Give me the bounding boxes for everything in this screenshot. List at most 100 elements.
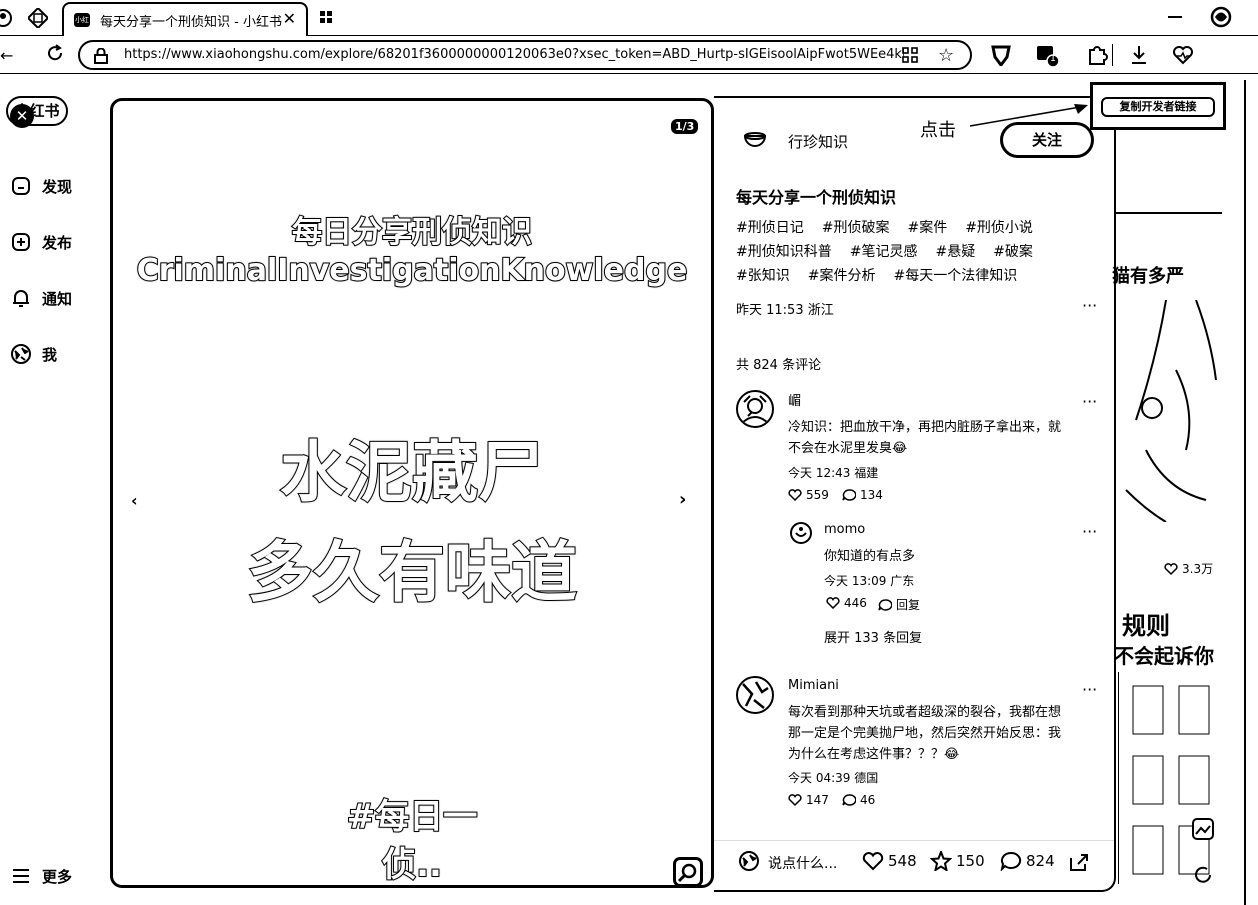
extension-badge-icon[interactable]: 1 [1036,44,1060,68]
address-bar-row: ← https://www.xiaohongshu.com/explore/68… [0,36,1258,74]
feed-illustration[interactable] [1116,300,1222,522]
comment-count: 824 [1026,852,1055,870]
sidebar-item-publish[interactable]: 发布 [10,229,72,255]
toolbar-divider [1112,44,1113,66]
feed-card-title[interactable]: 猫有多严 [1112,262,1184,288]
bell-icon [10,287,32,309]
sidebar-item-me[interactable]: 我 [10,341,57,367]
comment-like[interactable]: 559 [788,488,829,502]
author-avatar[interactable] [742,130,768,150]
comment-like[interactable]: 147 [788,793,829,807]
lock-icon[interactable] [94,48,108,64]
image-toggle-icon[interactable] [1192,818,1214,840]
comment-user[interactable]: Mimiani [788,678,839,693]
workspaces-icon[interactable] [28,8,48,28]
url-field[interactable]: https://www.xiaohongshu.com/explore/6820… [78,40,972,70]
sidebar-item-notify[interactable]: 通知 [10,285,72,311]
feed-like[interactable]: 3.3万 [1164,560,1213,577]
share-icon[interactable] [1068,852,1090,872]
comment-bubble-icon [1000,851,1022,871]
app-grid-icon[interactable] [902,47,918,63]
url-text: https://www.xiaohongshu.com/explore/6820… [124,47,904,62]
reply-button[interactable]: 回复 [878,596,920,613]
minimize-icon[interactable] [1168,16,1182,18]
extensions-puzzle-icon[interactable] [1086,44,1108,66]
active-tab[interactable]: 小红书 每天分享一个刑侦知识 - 小红书 ✕ [62,2,308,38]
sidebar-more[interactable]: 更多 [10,863,72,889]
comment-input[interactable]: 说点什么... [768,853,837,873]
comment-text: 不会在水泥里发臭😂 [788,441,908,456]
tag[interactable]: #案件分析 [808,268,876,284]
comment-reply[interactable]: 134 [842,488,883,502]
comment-meta: 今天 04:39 德国 [788,771,879,785]
refresh-feed-icon[interactable] [1192,864,1214,886]
feed-divider [1116,212,1222,214]
image-hashtag-2: 侦.. [381,844,443,885]
expand-replies-link[interactable]: 展开 133 条回复 [824,627,922,646]
sidebar-item-label: 发现 [42,177,73,196]
comment-text: 每次看到那种天坑或者超级深的裂谷，我都在想 [788,705,1062,720]
tag[interactable]: #刑侦知识科普 [736,244,832,260]
reply-user[interactable]: momo [824,522,865,537]
close-overlay-icon[interactable]: ✕ [10,104,34,128]
tag[interactable]: #悬疑 [935,244,975,260]
note-image-card[interactable]: 1/3 每日分享刑侦知识 CriminalInvestigationKnowle… [110,98,714,888]
download-icon[interactable] [1130,44,1148,66]
reply-more-icon[interactable]: ··· [1082,522,1097,541]
click-hint-label: 点击 [920,120,956,141]
post-more-icon[interactable]: ··· [1082,296,1097,315]
shield-icon[interactable] [990,44,1012,66]
image-search-icon[interactable] [673,857,703,885]
comment-more-icon[interactable]: ··· [1082,392,1097,411]
tag[interactable]: #刑侦小说 [965,220,1033,236]
feed-card2-title[interactable]: 规则 [1122,606,1170,641]
sidebar-item-discover[interactable]: 发现 [10,173,72,199]
scrollbar[interactable] [1244,80,1246,905]
reply-avatar[interactable] [790,522,812,544]
sidebar-item-label: 发布 [42,233,73,252]
health-heart-icon[interactable] [1172,44,1194,66]
tag[interactable]: #张知识 [736,268,790,284]
comment-reply[interactable]: 46 [842,793,875,807]
note-detail-panel: 行珍知识 关注 每天分享一个刑侦知识 #刑侦日记 #刑侦破案 #案件 #刑侦小说 #刑… [714,96,1116,892]
sidebar-more-label: 更多 [42,867,73,886]
comment-button[interactable]: 824 [1000,851,1055,871]
next-arrow-icon[interactable]: › [679,489,686,510]
heart-icon [788,794,802,806]
notify-count: 1 [1050,54,1056,64]
like-button[interactable]: 548 [862,851,917,871]
comment-user[interactable]: 嵋 [788,390,801,409]
tag[interactable]: #刑侦破案 [822,220,890,236]
prev-arrow-icon[interactable]: ‹ [131,491,138,510]
tag[interactable]: #案件 [907,220,947,236]
refresh-icon[interactable] [44,42,66,64]
reply-like[interactable]: 446 [826,596,867,610]
menu-icon [10,865,32,887]
feed-card2-thumbnail[interactable] [1118,672,1222,884]
comment-text: 那一定是个完美抛尸地，然后突然开始反思：我 [788,726,1062,741]
plus-circle-icon [10,231,32,253]
favorite-star-icon[interactable]: ☆ [938,45,954,66]
reply-like-count: 446 [844,596,867,610]
comment-avatar[interactable] [736,676,774,714]
tag[interactable]: #刑侦日记 [736,220,804,236]
collect-button[interactable]: 150 [930,851,985,871]
feed-card2-subtitle[interactable]: 不会起诉你 [1114,640,1214,669]
copy-dev-link-button[interactable]: 复制开发者链接 [1101,97,1215,117]
copilot-icon[interactable] [1210,6,1232,28]
comment-more-icon[interactable]: ··· [1082,680,1097,699]
comment-avatar[interactable] [736,390,774,428]
reply-button-label: 回复 [896,598,921,612]
tab-close-icon[interactable]: ✕ [283,9,296,28]
profile-icon[interactable] [0,8,12,28]
heart-icon [1164,562,1178,575]
comment-meta: 今天 12:43 福建 [788,466,879,480]
tag[interactable]: #破案 [993,244,1033,260]
xiaohongshu-favicon-icon: 小红书 [74,13,90,38]
tag[interactable]: #每天一个法律知识 [893,268,1017,284]
author-name[interactable]: 行珍知识 [788,131,848,152]
back-arrow-icon[interactable]: ← [0,46,13,65]
tab-actions-icon[interactable] [320,11,332,23]
tag[interactable]: #笔记灵感 [850,244,918,260]
bottom-divider [714,840,1114,841]
